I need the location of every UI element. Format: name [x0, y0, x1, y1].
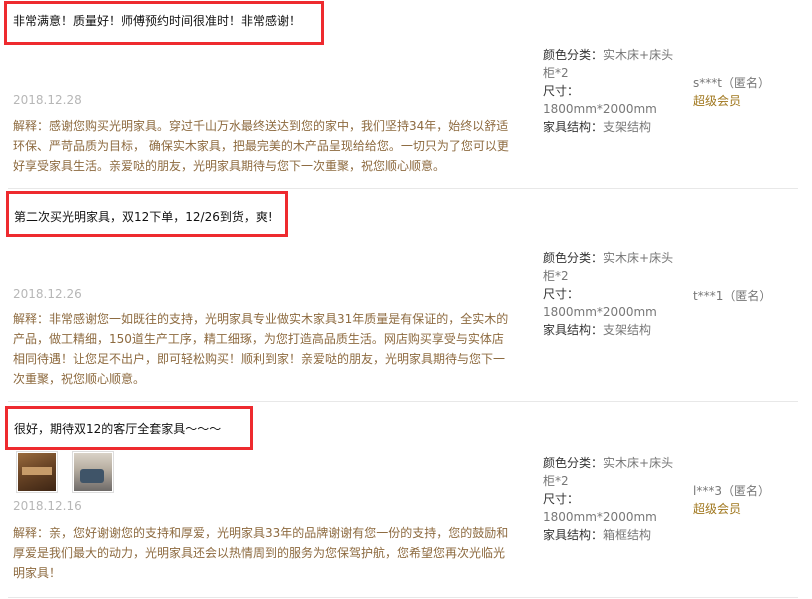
photo-thumbnail [74, 453, 112, 491]
member-badge: 超级会员 [693, 502, 742, 516]
review-photo[interactable] [72, 451, 114, 493]
reviewer: l***3（匿名） 超级会员 [693, 482, 770, 518]
structure-label: 家具结构： [543, 120, 604, 134]
member-badge: 超级会员 [693, 94, 742, 108]
review-item: 非常满意！质量好！师傅预约时间很准时！非常感谢！ 2018.12.28 解释：感… [0, 0, 798, 188]
sku-info: 颜色分类：实木床+床头柜*2 尺寸： 1800mm*2000mm 家具结构：支架… [543, 249, 683, 339]
review-item: 第二次买光明家具，双12下单，12/26到货，爽! 2018.12.26 解释：… [0, 189, 798, 401]
structure-value: 支架结构 [603, 323, 652, 337]
reviewer-name: t***1（匿名） [693, 289, 772, 303]
review-content: 很好，期待双12的客厅全套家具～～～ [14, 422, 222, 436]
seller-reply: 解释：亲，您好谢谢您的支持和厚爱，光明家具33年的品牌谢谢有您一份的支持，您的鼓… [13, 526, 509, 580]
size-label: 尺寸： [543, 492, 580, 506]
review-content: 第二次买光明家具，双12下单，12/26到货，爽! [14, 210, 273, 224]
color-label: 颜色分类： [543, 48, 604, 62]
review-photo[interactable] [16, 451, 58, 493]
color-label: 颜色分类： [543, 251, 604, 265]
review-date: 2018.12.16 [13, 499, 82, 513]
color-label: 颜色分类： [543, 456, 604, 470]
review-item: 很好，期待双12的客厅全套家具～～～ 2018.12.16 解释：亲，您好谢谢您… [0, 402, 798, 598]
review-photos [16, 451, 114, 493]
size-value: 1800mm*2000mm [543, 102, 657, 116]
size-value: 1800mm*2000mm [543, 305, 657, 319]
reviewer-name: l***3（匿名） [693, 484, 770, 498]
review-date: 2018.12.26 [13, 287, 82, 301]
size-value: 1800mm*2000mm [543, 510, 657, 524]
size-label: 尺寸： [543, 84, 580, 98]
structure-value: 支架结构 [603, 120, 652, 134]
reviewer: s***t（匿名） 超级会员 [693, 74, 770, 110]
structure-label: 家具结构： [543, 323, 604, 337]
sku-info: 颜色分类：实木床+床头柜*2 尺寸： 1800mm*2000mm 家具结构：支架… [543, 46, 683, 136]
seller-reply: 解释：感谢您购买光明家具。穿过千山万水最终送达到您的家中，我们坚持34年，始终以… [13, 119, 509, 173]
photo-thumbnail [18, 453, 56, 491]
structure-label: 家具结构： [543, 528, 604, 542]
size-label: 尺寸： [543, 287, 580, 301]
review-content: 非常满意！质量好！师傅预约时间很准时！非常感谢！ [13, 14, 302, 28]
sku-info: 颜色分类：实木床+床头柜*2 尺寸： 1800mm*2000mm 家具结构：箱框… [543, 454, 683, 544]
seller-reply: 解释：非常感谢您一如既往的支持，光明家具专业做实木家具31年质量是有保证的，全实… [13, 312, 509, 386]
reviewer: t***1（匿名） [693, 287, 771, 305]
reviewer-name: s***t（匿名） [693, 76, 770, 90]
structure-value: 箱框结构 [603, 528, 652, 542]
divider [8, 597, 798, 598]
review-date: 2018.12.28 [13, 93, 82, 107]
